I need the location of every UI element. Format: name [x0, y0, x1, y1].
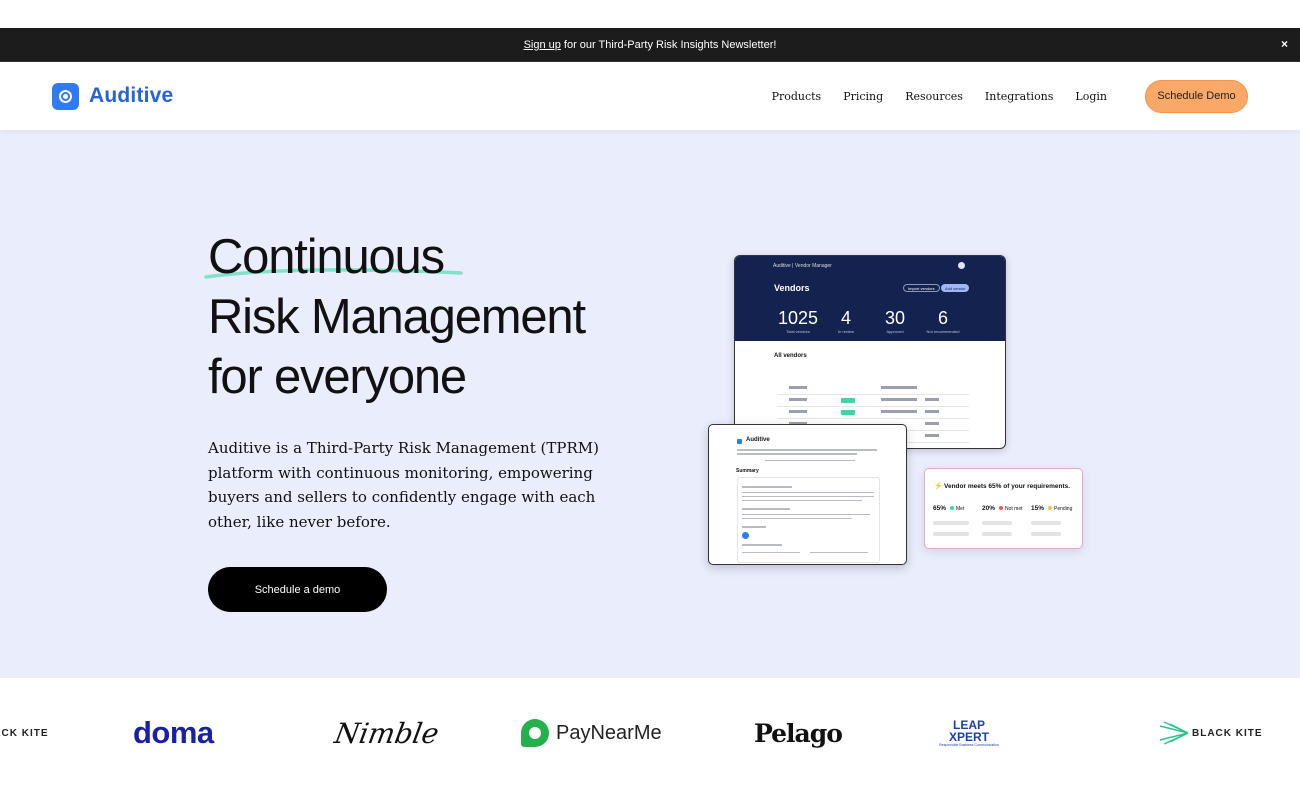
- newsletter-banner: Sign up for our Third-Party Risk Insight…: [0, 28, 1300, 62]
- logo-leapxpert: LEAP XPERT Responsible Business Communic…: [939, 718, 999, 747]
- table-row: [777, 383, 969, 395]
- stat-not-recommended: 6 Not recommended: [926, 308, 960, 334]
- doc-summary: Summary: [736, 468, 759, 474]
- schedule-demo-button[interactable]: Schedule Demo: [1145, 79, 1248, 113]
- app-title: Auditive | Vendor Manager: [773, 263, 832, 269]
- signup-link[interactable]: Sign up: [524, 39, 561, 51]
- customer-logos-strip: BLACK KITE doma Nimble PayNearMe Pelago …: [0, 678, 1300, 788]
- stat-total: 1025 Total vendors: [777, 308, 819, 334]
- brand-logo[interactable]: Auditive: [52, 82, 174, 110]
- logo-pelago: Pelago: [754, 718, 843, 748]
- doc-content-box: [737, 477, 880, 563]
- doc-logo-icon: [737, 439, 742, 444]
- headline-line-2: Risk Management: [208, 290, 586, 344]
- requirements-card-mockup: ⚡ Vendor meets 65% of your requirements.…: [924, 468, 1083, 549]
- nav-pricing[interactable]: Pricing: [843, 90, 883, 103]
- stat-approved: 30 Approved: [884, 308, 906, 334]
- banner-text: for our Third-Party Risk Insights Newsle…: [563, 38, 777, 51]
- stat-in-review: 4 In review: [837, 308, 854, 334]
- main-nav: Auditive Products Pricing Resources Inte…: [0, 62, 1300, 130]
- doc-tabs: [765, 460, 855, 461]
- vendors-title: Vendors: [774, 283, 810, 293]
- stat-pending: 15% Pending: [1031, 505, 1073, 512]
- close-icon[interactable]: ×: [1281, 37, 1288, 51]
- schedule-a-demo-button[interactable]: Schedule a demo: [208, 567, 387, 612]
- logo-black-kite: BLACK KITE: [1158, 678, 1263, 788]
- hero-headline: Continuous Risk Management for everyone: [208, 227, 586, 407]
- headline-line-3: for everyone: [208, 350, 467, 404]
- table-row: [777, 407, 969, 419]
- headline-line-1: Continuous: [208, 230, 445, 284]
- logo-nimble: Nimble: [332, 716, 442, 750]
- logo-paynearme: PayNearMe: [521, 678, 662, 788]
- score-icon: [742, 532, 749, 539]
- doc-line: [737, 449, 877, 451]
- logo-black-kite-partial: BLACK KITE: [0, 727, 49, 739]
- paynearme-icon: [521, 719, 549, 747]
- dashboard-header: Auditive | Vendor Manager Vendors Import…: [735, 256, 1005, 341]
- top-gap: [0, 0, 1300, 28]
- nav-links: Products Pricing Resources Integrations …: [750, 79, 1248, 113]
- table-row: [777, 395, 969, 407]
- vendors-dashboard-mockup: Auditive | Vendor Manager Vendors Import…: [734, 255, 1006, 449]
- stat-not-met: 20% Not met: [982, 505, 1023, 512]
- nav-integrations[interactable]: Integrations: [985, 90, 1054, 103]
- hero-section: Continuous Risk Management for everyone …: [0, 130, 1300, 678]
- leapxpert-tagline: Responsible Business Communication: [939, 743, 999, 747]
- vendor-profile-mockup: Auditive Summary: [708, 424, 907, 565]
- requirements-title: Vendor meets 65% of your requirements.: [944, 483, 1071, 490]
- auditive-logo-icon: [52, 82, 79, 110]
- doc-brand: Auditive: [746, 437, 770, 443]
- nav-products[interactable]: Products: [772, 90, 822, 103]
- brand-name: Auditive: [89, 84, 174, 107]
- logo-doma: doma: [133, 715, 214, 750]
- all-vendors-label: All vendors: [774, 353, 807, 359]
- bolt-icon: ⚡: [934, 483, 943, 490]
- nav-resources[interactable]: Resources: [905, 90, 963, 103]
- import-vendors-pill: Import vendors: [903, 284, 940, 292]
- stat-met: 65% Met: [933, 505, 965, 512]
- nav-login[interactable]: Login: [1075, 90, 1107, 103]
- hero-description: Auditive is a Third-Party Risk Managemen…: [208, 439, 599, 531]
- doc-line: [737, 453, 857, 455]
- black-kite-icon: [1159, 721, 1189, 745]
- avatar: [958, 262, 965, 269]
- add-vendor-pill: Add vendor: [941, 284, 970, 292]
